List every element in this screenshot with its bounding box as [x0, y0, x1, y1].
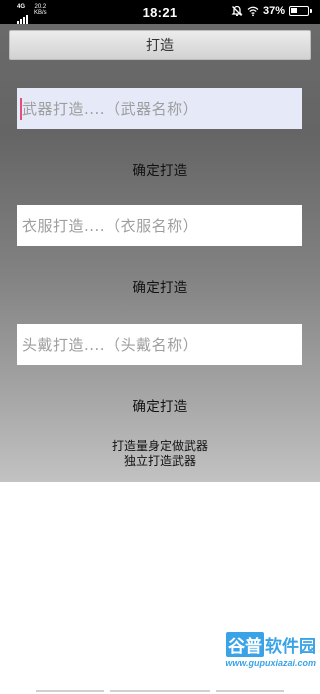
- battery-percent: 37%: [262, 5, 285, 17]
- watermark-url: www.gupuxiazai.com: [225, 658, 316, 668]
- confirm-helmet-button[interactable]: 确定打造: [0, 395, 320, 415]
- watermark-logo-text: 软件园: [265, 637, 316, 657]
- weapon-name-input[interactable]: [22, 88, 302, 129]
- clothes-name-field[interactable]: [17, 205, 302, 246]
- helmet-name-field[interactable]: [17, 324, 302, 365]
- battery-level: [291, 8, 297, 13]
- custom-weapon-note: 打造量身定做武器: [111, 439, 208, 453]
- wifi-icon: [247, 6, 259, 17]
- watermark-logo: 谷普 软件园: [226, 632, 316, 657]
- status-right: 37%: [231, 5, 312, 17]
- weapon-name-field[interactable]: [17, 88, 302, 129]
- nav-bar-segment: [110, 690, 210, 692]
- nav-bar-segment: [216, 690, 284, 692]
- nav-bar-segment: [36, 690, 104, 692]
- helmet-name-input[interactable]: [22, 324, 302, 365]
- watermark: 谷普 软件园 www.gupuxiazai.com: [212, 632, 316, 672]
- silent-bell-icon: [231, 5, 243, 16]
- confirm-weapon-button[interactable]: 确定打造: [0, 159, 320, 179]
- independent-weapon-note: 独立打造武器: [123, 454, 196, 468]
- forge-title-button[interactable]: 打造: [9, 30, 311, 60]
- watermark-logo-box: 谷普: [226, 632, 264, 657]
- status-bar: 4G 20.2 KB/s 18:21 37%: [0, 0, 320, 24]
- app-screen: 打造 确定打造 确定打造 确定打造 打造量身定做武器 独立打造武器: [0, 24, 320, 482]
- confirm-clothes-button[interactable]: 确定打造: [0, 276, 320, 296]
- clothes-name-input[interactable]: [22, 205, 302, 246]
- battery-icon: [289, 6, 312, 16]
